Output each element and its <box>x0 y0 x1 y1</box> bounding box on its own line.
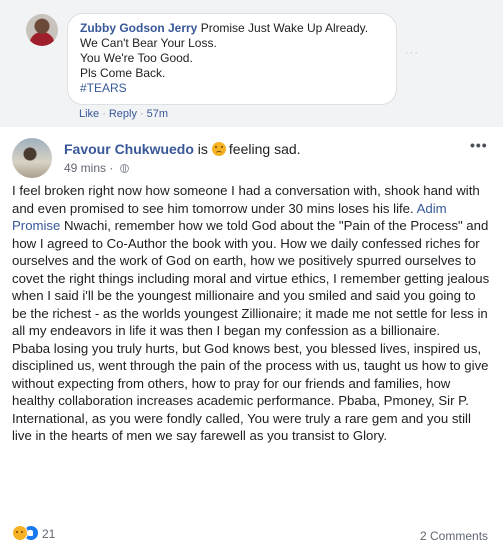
comment-timestamp[interactable]: 57m <box>147 108 168 120</box>
reaction-count: 21 <box>42 527 56 541</box>
comment-line: We Can't Bear Your Loss. <box>80 36 217 50</box>
comment-like-button[interactable]: Like <box>79 108 99 120</box>
post-text: Pbaba losing you truly hurts, but God kn… <box>12 340 489 444</box>
separator: · <box>139 108 144 120</box>
comment-line: Promise Just Wake Up Already. <box>200 21 369 35</box>
post-options-button[interactable]: ••• <box>470 137 488 153</box>
comments-count-link[interactable]: 2 Comments <box>420 529 488 543</box>
globe-icon[interactable] <box>119 164 129 173</box>
hashtag-link[interactable]: #TEARS <box>80 81 386 96</box>
comment-reply-button[interactable]: Reply <box>109 108 137 120</box>
post-author[interactable]: Favour Chukwuedo <box>64 141 194 157</box>
comment-line: Pls Come Back. <box>80 66 166 80</box>
comment-avatar[interactable] <box>26 14 58 46</box>
sad-face-icon <box>211 142 226 156</box>
comment-author[interactable]: Zubby Godson Jerry <box>80 21 197 35</box>
separator: · <box>102 108 106 120</box>
post: Favour Chukwuedo is feeling sad. 49 mins … <box>0 127 503 550</box>
comment: Zubby Godson Jerry Promise Just Wake Up … <box>0 0 503 127</box>
post-author-avatar[interactable] <box>12 138 52 178</box>
post-meta: 49 mins · <box>64 161 129 175</box>
comment-bubble: Zubby Godson Jerry Promise Just Wake Up … <box>67 13 397 105</box>
comment-options-button[interactable]: ··· <box>405 47 423 59</box>
comment-actions: Like · Reply · 57m <box>79 108 168 120</box>
post-text: I feel broken right now how someone I ha… <box>12 183 480 216</box>
feeling-text: feeling sad. <box>228 141 301 157</box>
comment-line: You We're Too Good. <box>80 51 193 65</box>
reaction-summary[interactable]: 21 <box>12 525 55 541</box>
post-body: I feel broken right now how someone I ha… <box>12 182 492 445</box>
post-is-text: is <box>197 141 208 157</box>
sad-reaction-icon <box>12 525 28 541</box>
post-text: Nwachi, remember how we told God about t… <box>12 218 490 338</box>
post-timestamp[interactable]: 49 mins <box>64 161 106 175</box>
separator: · <box>109 161 114 175</box>
post-header: Favour Chukwuedo is feeling sad. <box>64 140 301 158</box>
